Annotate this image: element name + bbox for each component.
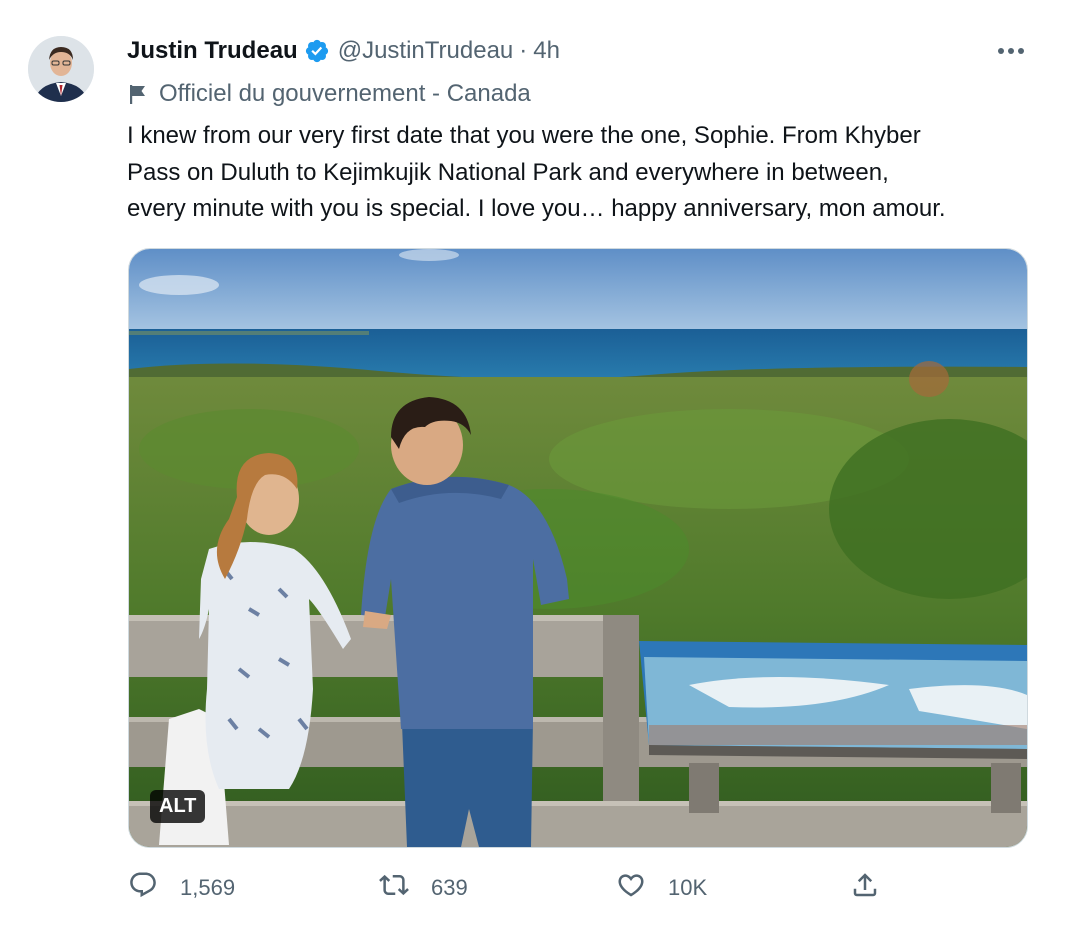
- tweet-header: Justin Trudeau @JustinTrudeau · 4h: [127, 34, 560, 68]
- author-handle[interactable]: @JustinTrudeau: [338, 37, 514, 65]
- verified-badge-icon: [304, 38, 330, 64]
- tweet-text: I knew from our very first date that you…: [127, 118, 1057, 228]
- flag-icon: [127, 83, 149, 105]
- alt-text-badge[interactable]: ALT: [150, 790, 206, 823]
- more-icon[interactable]: [994, 38, 1028, 64]
- tweet-photo[interactable]: [128, 248, 1028, 848]
- retweet-button[interactable]: 639: [379, 866, 468, 910]
- government-label-text: Officiel du gouvernement - Canada: [159, 80, 531, 107]
- government-label[interactable]: Officiel du gouvernement - Canada: [127, 78, 531, 110]
- author-name[interactable]: Justin Trudeau: [127, 37, 298, 65]
- reply-icon: [128, 870, 158, 906]
- share-button[interactable]: [850, 866, 880, 910]
- tweet-text-line: every minute with you is special. I love…: [127, 195, 946, 222]
- retweet-icon: [379, 870, 409, 906]
- retweet-count: 639: [431, 875, 468, 900]
- reply-count: 1,569: [180, 875, 236, 900]
- like-button[interactable]: 10K: [616, 866, 707, 910]
- avatar[interactable]: [28, 36, 94, 102]
- tweet-text-line: Pass on Duluth to Kejimkujik National Pa…: [127, 158, 889, 186]
- reply-button[interactable]: 1,569: [128, 866, 235, 910]
- tweet-time[interactable]: 4h: [533, 37, 560, 65]
- tweet-text-line: I knew from our very first date that you…: [127, 122, 921, 149]
- tweet-actions: 1,569 639 10K: [0, 866, 1080, 910]
- share-icon: [850, 870, 880, 906]
- like-icon: [616, 870, 646, 906]
- separator-dot: ·: [519, 37, 528, 64]
- like-count: 10K: [668, 875, 708, 900]
